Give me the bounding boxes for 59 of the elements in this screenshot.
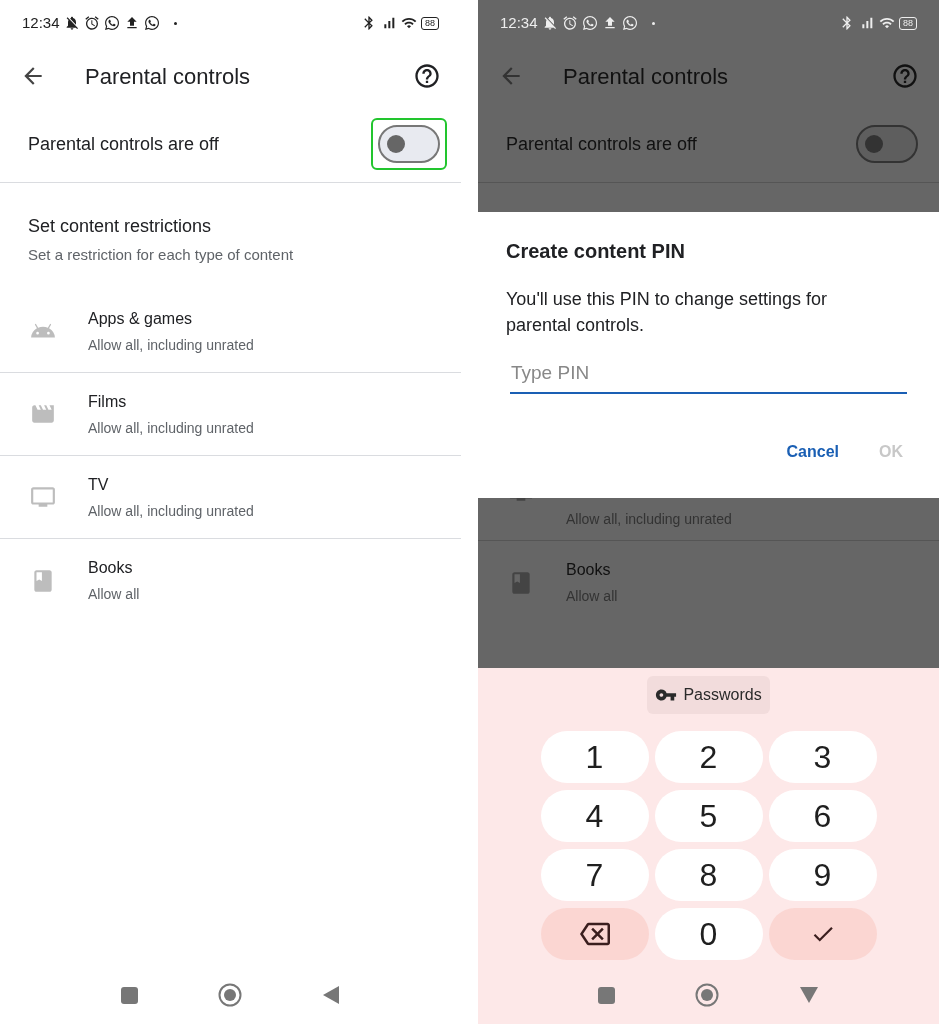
toggle-label: Parental controls are off [506, 132, 697, 156]
digit-key[interactable]: 7 [540, 849, 649, 901]
restriction-row[interactable]: Films Allow all, including unrated [0, 373, 461, 456]
status-time: 12:34 [22, 12, 60, 33]
digit-key[interactable]: 5 [654, 790, 763, 842]
chat-bubble-icon [621, 15, 638, 31]
digit-key[interactable]: 3 [768, 731, 877, 783]
chat-bubble-icon [143, 15, 160, 31]
restriction-row[interactable]: TV Allow all, including unrated [0, 456, 461, 539]
dialog-title: Create content PIN [506, 239, 686, 264]
row-title: TV [88, 474, 110, 495]
row-title: Films [88, 391, 128, 412]
chip-label: Passwords [683, 685, 762, 705]
restriction-row[interactable]: Apps & games Allow all, including unrated [0, 290, 461, 373]
row-title: Apps & games [88, 308, 194, 329]
recents-button[interactable] [121, 986, 138, 1004]
home-button[interactable] [695, 983, 719, 1007]
help-icon[interactable] [413, 62, 441, 90]
toggle-label: Parental controls are off [28, 132, 219, 156]
page-title: Parental controls [563, 62, 729, 91]
chat-bubble-icon [103, 15, 120, 31]
digit-key[interactable]: 6 [768, 790, 877, 842]
hide-keyboard-button[interactable] [799, 986, 819, 1004]
alarm-icon [561, 15, 578, 31]
digit-key[interactable]: 1 [540, 731, 649, 783]
wifi-icon [879, 15, 895, 31]
alarm-icon [83, 15, 100, 31]
digit-key[interactable]: 0 [654, 908, 763, 960]
toggle-switch[interactable] [371, 118, 447, 170]
status-time: 12:34 [500, 12, 538, 33]
row-subtitle: Allow all, including unrated [88, 501, 254, 521]
home-button[interactable] [218, 983, 242, 1007]
row-title: Books [88, 558, 134, 578]
recents-button[interactable] [598, 986, 615, 1004]
dialog-button[interactable]: Cancel [786, 440, 839, 464]
wifi-icon [401, 15, 417, 31]
row-subtitle: Allow all, including unrated [88, 335, 254, 355]
signal-icon [381, 15, 397, 31]
row-subtitle: Allow all [88, 585, 140, 604]
section-subtitle: Set a restriction for each type of content [28, 245, 295, 265]
row-title: Books [566, 560, 612, 580]
back-button[interactable] [322, 985, 340, 1005]
backspace-key[interactable] [540, 908, 649, 960]
pin-input[interactable]: Type PIN [510, 354, 907, 394]
digit-key[interactable]: 8 [654, 849, 763, 901]
tv-icon [30, 484, 56, 510]
signal-icon [859, 15, 875, 31]
page-title: Parental controls [85, 62, 251, 91]
digit-key[interactable]: 9 [768, 849, 877, 901]
row-subtitle: Allow all, including unrated [88, 418, 254, 438]
restriction-row[interactable]: Books Allow all [0, 539, 461, 622]
passwords-chip[interactable]: Passwords [647, 676, 770, 714]
digit-key[interactable]: 2 [654, 731, 763, 783]
battery-icon: 88 [421, 16, 439, 30]
section-title: Set content restrictions [28, 215, 213, 238]
chat-bubble-icon [581, 15, 598, 31]
dialog-message: You'll use this PIN to change settings for parental controls. [506, 288, 828, 337]
battery-icon: 88 [899, 16, 917, 30]
digit-key[interactable]: 4 [540, 790, 649, 842]
